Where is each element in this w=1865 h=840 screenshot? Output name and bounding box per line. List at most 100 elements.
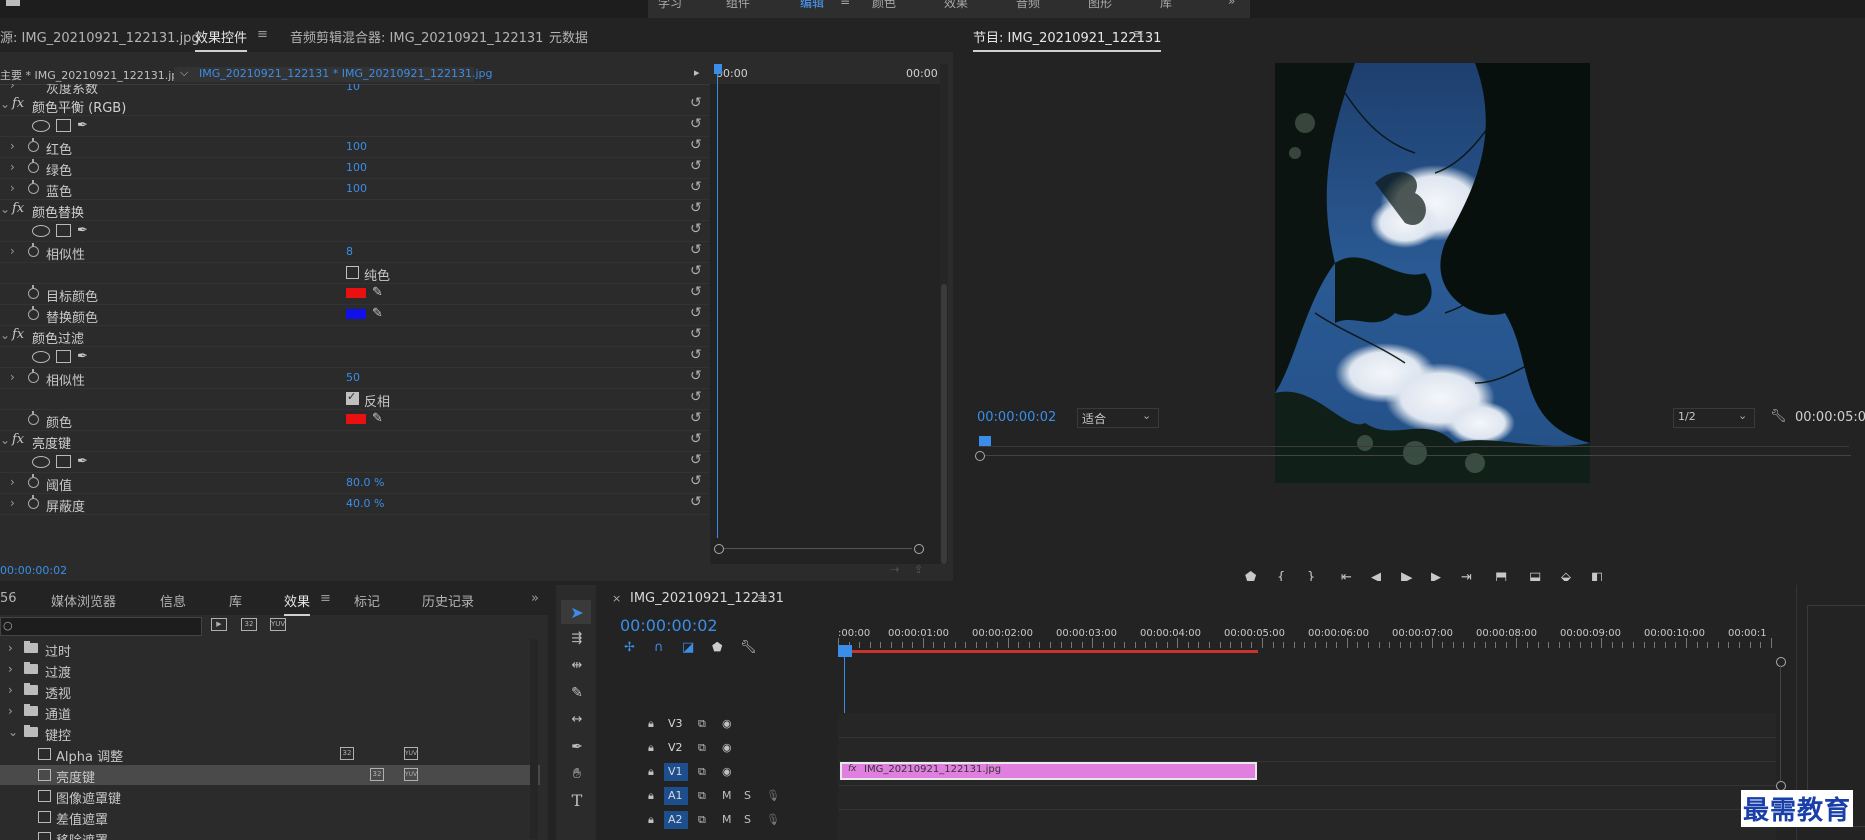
rectangle-mask-icon[interactable] (56, 455, 71, 468)
tab-media-browser[interactable]: 媒体浏览器 (51, 591, 116, 610)
stopwatch-icon[interactable] (28, 285, 39, 299)
effect-folder[interactable]: › 过渡 (0, 660, 540, 681)
effect-item[interactable]: 差值遮罩 (0, 807, 540, 828)
stopwatch-icon[interactable] (28, 474, 39, 488)
track-name[interactable]: V2 (668, 741, 683, 754)
reset-icon[interactable]: ↺ (690, 284, 702, 300)
reset-icon[interactable]: ↺ (690, 452, 702, 468)
effect-item[interactable]: 图像遮罩键 (0, 786, 540, 807)
timeline-timecode[interactable]: 00:00:00:02 (620, 616, 718, 635)
reset-icon[interactable]: ↺ (690, 200, 702, 216)
reset-icon[interactable]: ↺ (690, 179, 702, 195)
reset-icon[interactable]: ↺ (690, 242, 702, 258)
work-area-bar[interactable] (838, 650, 1258, 653)
pen-mask-icon[interactable]: ✒ (77, 118, 88, 133)
workspace-tab-color[interactable]: 颜色 (872, 0, 896, 11)
color-swatch[interactable] (346, 414, 366, 424)
chevron-down-icon[interactable]: ⌄ (0, 433, 10, 447)
master-clip-label[interactable]: 主要 * IMG_20210921_122131.jpg (0, 67, 185, 83)
tab-markers[interactable]: 标记 (354, 591, 380, 610)
sync-lock-icon[interactable]: ⧉ (698, 717, 706, 731)
chevron-right-icon[interactable]: › (10, 475, 15, 489)
track-name[interactable]: V1 (668, 765, 683, 778)
tab-info[interactable]: 信息 (160, 591, 186, 610)
param-value[interactable]: 100 (346, 182, 367, 195)
reset-icon[interactable]: ↺ (690, 158, 702, 174)
workspace-tab-assembly[interactable]: 组件 (726, 0, 750, 11)
sync-lock-icon[interactable]: ⧉ (698, 813, 706, 827)
solo-button[interactable]: S (744, 813, 751, 826)
solo-button[interactable]: S (744, 789, 751, 802)
track-select-tool-icon[interactable]: ⇶ (566, 628, 588, 650)
workspace-tab-learn[interactable]: 学习 (658, 0, 682, 11)
chevron-right-icon[interactable]: › (10, 139, 15, 153)
stopwatch-icon[interactable] (28, 243, 39, 257)
chevron-right-icon[interactable]: › (10, 370, 15, 384)
mark-out-icon[interactable]: } (1307, 570, 1315, 581)
workspace-tab-editing[interactable]: 编辑 (800, 0, 824, 11)
reset-icon[interactable]: ↺ (690, 410, 702, 426)
timeline-ruler[interactable]: :00:00 00:00:01:00 00:00:02:00 00:00:03:00 0… (838, 620, 1784, 653)
ripple-edit-tool-icon[interactable]: ⇹ (566, 655, 588, 677)
sync-lock-icon[interactable]: ⧉ (698, 765, 706, 779)
fit-dropdown[interactable]: 适合 ⌄ (1077, 408, 1159, 428)
more-workspaces-icon[interactable]: » (1228, 0, 1235, 8)
eye-icon[interactable]: ◉ (722, 741, 732, 754)
mute-button[interactable]: M (722, 813, 732, 826)
track-name[interactable]: A2 (668, 813, 683, 826)
microphone-icon[interactable]: 🎙︎ (766, 789, 780, 802)
program-time-ruler[interactable] (979, 436, 1849, 450)
yuv-effects-icon[interactable]: YUV (270, 618, 286, 631)
reset-icon[interactable]: ↺ (690, 494, 702, 510)
play-icon[interactable]: ▶︎ (1401, 568, 1413, 581)
reset-icon[interactable]: ↺ (690, 221, 702, 237)
param-value[interactable]: 40.0 % (346, 497, 384, 510)
type-tool-icon[interactable]: T (566, 790, 588, 812)
workspace-tab-audio[interactable]: 音频 (1016, 0, 1040, 11)
param-value[interactable]: 100 (346, 140, 367, 153)
fx-toggle-icon[interactable]: fx (12, 96, 24, 111)
eye-icon[interactable]: ◉ (722, 765, 732, 778)
color-swatch[interactable] (346, 309, 366, 319)
go-to-in-icon[interactable]: ⇤ (1341, 570, 1352, 581)
reset-icon[interactable]: ↺ (690, 431, 702, 447)
tab-project[interactable]: 56 (0, 591, 17, 606)
go-to-out-icon[interactable]: ⇥ (1461, 570, 1472, 581)
tab-history[interactable]: 历史记录 (422, 591, 474, 610)
tab-libraries[interactable]: 库 (229, 591, 242, 610)
ec-zoom-scrollbar[interactable] (714, 544, 924, 554)
eyedropper-icon[interactable]: ✎ (372, 306, 383, 321)
playhead-handle[interactable] (714, 64, 722, 74)
add-marker-icon[interactable]: ⬟ (1245, 570, 1256, 581)
reset-icon[interactable]: ↺ (690, 473, 702, 489)
stopwatch-icon[interactable] (28, 369, 39, 383)
rectangle-mask-icon[interactable] (56, 119, 71, 132)
chevron-down-icon[interactable]: ⌄ (0, 97, 10, 111)
sync-lock-icon[interactable]: ⧉ (698, 741, 706, 755)
effects-search-input[interactable]: ○ (0, 617, 202, 636)
comparison-view-icon[interactable]: ◧ (1591, 570, 1603, 581)
chevron-right-icon[interactable]: › (10, 181, 15, 195)
tab-audio-clip-mixer[interactable]: 音频剪辑混合器: IMG_20210921_122131 (290, 27, 543, 46)
vertical-scrollbar[interactable] (940, 64, 948, 564)
ellipse-mask-icon[interactable] (32, 350, 50, 363)
export-frame-icon[interactable]: ⬙ (1561, 570, 1571, 581)
tab-effects[interactable]: 效果 (284, 591, 311, 616)
effect-item[interactable]: 移除遮罩 (0, 828, 540, 840)
param-value[interactable]: 8 (346, 245, 353, 258)
track-name[interactable]: V3 (668, 717, 683, 730)
param-value[interactable]: 10 (346, 84, 360, 93)
stopwatch-icon[interactable] (28, 180, 39, 194)
pen-mask-icon[interactable]: ✒ (77, 349, 88, 364)
reset-icon[interactable]: ↺ (690, 305, 702, 321)
vertical-scrollbar[interactable] (530, 639, 538, 839)
playhead-handle[interactable] (979, 436, 991, 446)
lift-icon[interactable]: ⬒ (1495, 570, 1507, 581)
ec-timecode[interactable]: 00:00:00:02 (0, 564, 67, 577)
slip-tool-icon[interactable]: ↔ (566, 709, 588, 731)
panel-menu-icon[interactable]: ≡ (1133, 27, 1144, 42)
chevron-right-icon[interactable]: › (10, 244, 15, 258)
playhead-handle[interactable] (838, 645, 852, 657)
panel-menu-icon[interactable]: ≡ (757, 591, 768, 606)
reset-icon[interactable]: ↺ (690, 326, 702, 342)
